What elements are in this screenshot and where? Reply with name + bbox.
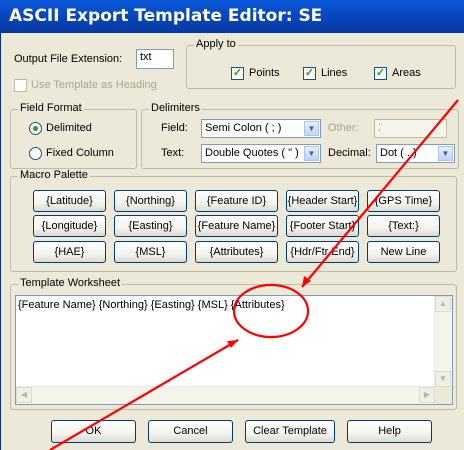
vertical-scrollbar[interactable]: ▲ ▼ [434, 296, 452, 387]
chevron-down-icon[interactable]: ▼ [304, 146, 319, 161]
field-delimiter-value: Semi Colon ( ; ) [205, 122, 282, 134]
decimal-value: Dot ( . ) [380, 147, 417, 159]
delimiters-legend: Delimiters [149, 102, 202, 114]
macro-easting-button[interactable]: {Easting} [114, 215, 187, 237]
help-button[interactable]: Help [347, 420, 432, 443]
macro-gps-time-button[interactable]: {GPS Time} [367, 190, 440, 212]
field-delimiter-select[interactable]: Semi Colon ( ; ) ▼ [201, 119, 321, 138]
macro-feature-id-button[interactable]: {Feature ID} [195, 190, 278, 212]
use-template-heading-checkbox[interactable] [14, 79, 27, 92]
scroll-up-icon[interactable]: ▲ [435, 296, 451, 312]
macro-text-button[interactable]: {Text:} [367, 215, 440, 237]
clear-template-button[interactable]: Clear Template [245, 420, 335, 443]
other-delimiter-label: Other: [328, 122, 359, 134]
scroll-left-icon[interactable]: ◀ [16, 387, 32, 403]
macro-hdr-ftr-end-button[interactable]: {Hdr/Ftr End} [286, 241, 359, 263]
decimal-label: Decimal: [328, 147, 371, 159]
field-format-group: Field Format [10, 102, 137, 169]
decimal-select[interactable]: Dot ( . ) ▼ [376, 144, 455, 163]
macro-footer-start-button[interactable]: {Footer Start} [286, 215, 359, 237]
lines-checkbox[interactable]: ✓ [303, 67, 316, 80]
macro-northing-button[interactable]: {Northing} [114, 190, 187, 212]
template-worksheet-textarea[interactable]: {Feature Name} {Northing} {Easting} {MSL… [15, 295, 453, 405]
text-delimiter-value: Double Quotes ( " ) [205, 147, 299, 159]
macro-msl-button[interactable]: {MSL} [114, 241, 187, 263]
window-title: ASCII Export Template Editor: SE [0, 0, 464, 33]
macro-header-start-button[interactable]: {Header Start} [286, 190, 359, 212]
points-label: Points [249, 67, 280, 79]
scrollbar-corner [435, 387, 452, 404]
points-checkbox[interactable]: ✓ [231, 67, 244, 80]
scroll-down-icon[interactable]: ▼ [435, 371, 451, 387]
macro-latitude-button[interactable]: {Latitude} [33, 190, 106, 212]
delimited-radio[interactable] [29, 122, 42, 135]
field-delimiter-label: Field: [161, 122, 188, 134]
fixed-column-label: Fixed Column [46, 147, 114, 159]
areas-checkbox[interactable]: ✓ [374, 67, 387, 80]
chevron-down-icon[interactable]: ▼ [438, 146, 453, 161]
fixed-column-radio[interactable] [29, 147, 42, 160]
worksheet-text: {Feature Name} {Northing} {Easting} {MSL… [18, 299, 285, 311]
chevron-down-icon[interactable]: ▼ [304, 121, 319, 136]
apply-to-legend: Apply to [194, 38, 238, 50]
output-extension-label: Output File Extension: [14, 53, 123, 65]
cancel-button[interactable]: Cancel [148, 420, 233, 443]
template-worksheet-legend: Template Worksheet [18, 277, 123, 289]
macro-feature-name-button[interactable]: {Feature Name} [195, 215, 278, 237]
field-format-legend: Field Format [18, 102, 84, 114]
text-delimiter-label: Text: [161, 147, 185, 159]
macro-attributes-button[interactable]: {Attributes} [195, 241, 278, 263]
scroll-right-icon[interactable]: ▶ [419, 387, 435, 403]
macro-new-line-button[interactable]: New Line [367, 241, 440, 263]
dialog-body: Output File Extension: txt Use Template … [0, 33, 464, 450]
horizontal-scrollbar[interactable]: ◀ ▶ [16, 386, 435, 404]
text-delimiter-select[interactable]: Double Quotes ( " ) ▼ [201, 144, 321, 163]
output-extension-input[interactable]: txt [136, 49, 174, 69]
areas-label: Areas [392, 67, 421, 79]
ok-button[interactable]: OK [51, 420, 136, 443]
macro-longitude-button[interactable]: {Longitude} [33, 215, 106, 237]
macro-palette-legend: Macro Palette [18, 169, 90, 181]
use-template-heading-label: Use Template as Heading [31, 79, 157, 91]
other-delimiter-input[interactable]: ; [374, 119, 447, 138]
macro-hae-button[interactable]: {HAE} [33, 241, 106, 263]
lines-label: Lines [321, 67, 348, 79]
delimited-label: Delimited [46, 122, 92, 134]
